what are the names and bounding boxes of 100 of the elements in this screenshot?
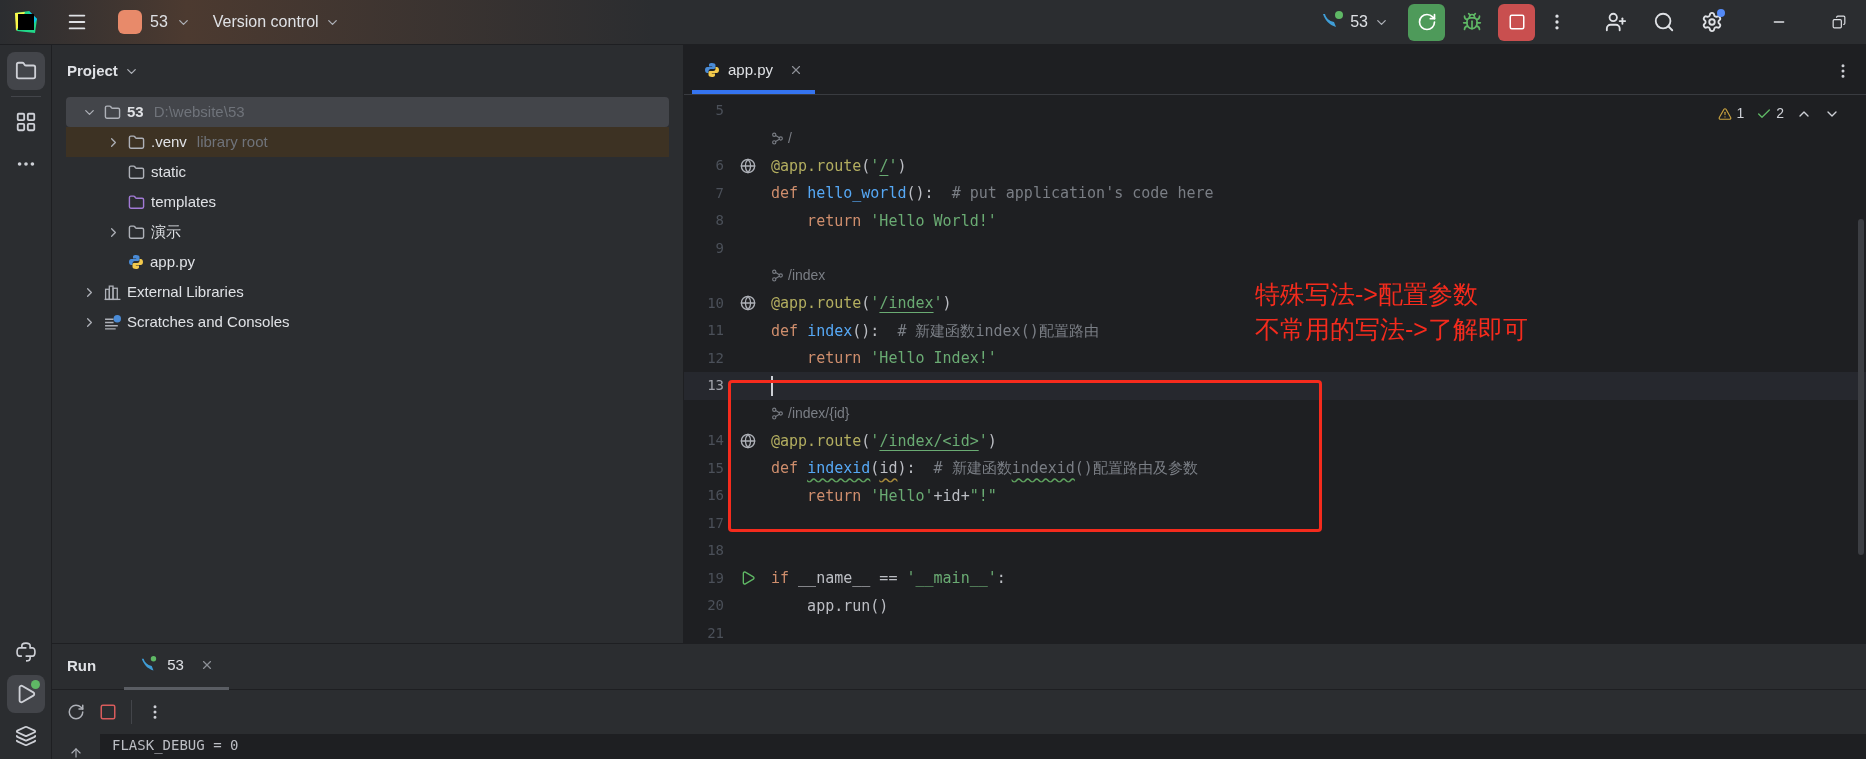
- tree-item[interactable]: External Libraries: [66, 277, 669, 307]
- code-token: @app.route: [771, 155, 862, 177]
- code-token: ): [897, 155, 907, 177]
- code-token: (: [870, 458, 880, 479]
- code-token: /index/<id>: [879, 430, 979, 452]
- code-token: @app.route: [771, 430, 862, 452]
- item-label: .venv: [151, 131, 187, 152]
- stop-button[interactable]: [1498, 3, 1535, 41]
- endpoint-icon[interactable]: [771, 269, 784, 283]
- warnings-counter[interactable]: 1: [1718, 103, 1745, 124]
- route-hint[interactable]: /index/{id}: [788, 402, 850, 424]
- endpoint-icon[interactable]: [771, 131, 784, 145]
- code-token: def: [771, 458, 800, 479]
- code-token: ': [978, 430, 988, 452]
- globe-icon[interactable]: [739, 157, 756, 174]
- warning-icon: [1718, 106, 1733, 121]
- app-logo[interactable]: [15, 11, 37, 33]
- code-token: # put application's code here: [951, 183, 1214, 204]
- rerun-icon[interactable]: [67, 703, 85, 721]
- code-token: (: [861, 155, 871, 177]
- code-token: hello_world: [807, 183, 907, 204]
- code-token: "!": [969, 485, 997, 507]
- folder-icon: [104, 103, 121, 121]
- stop-icon: [1507, 13, 1526, 31]
- code-token: return: [806, 210, 863, 232]
- python-file-icon: [704, 62, 720, 78]
- search-icon[interactable]: [1653, 11, 1675, 33]
- python-file-icon: [128, 254, 144, 270]
- scroll-up-icon[interactable]: [69, 746, 83, 759]
- code-token: :: [996, 568, 1006, 589]
- code-token: ): [987, 430, 997, 452]
- item-detail: library root: [196, 131, 268, 152]
- folder-icon: [128, 163, 145, 181]
- tree-item[interactable]: app.py: [66, 247, 669, 277]
- code-token: indexid: [1011, 458, 1075, 479]
- globe-icon[interactable]: [739, 295, 756, 312]
- code-token: ': [933, 293, 943, 314]
- code-token: __name__ ==: [798, 568, 899, 589]
- tree-item[interactable]: templates: [66, 187, 669, 217]
- project-switcher[interactable]: 53: [114, 6, 195, 38]
- code-token: ():: [906, 183, 935, 204]
- code-token: ': [870, 430, 880, 452]
- code-token: ': [870, 293, 880, 314]
- code-token: def: [771, 183, 800, 204]
- tree-item[interactable]: Scratches and Consoles: [66, 307, 669, 337]
- run-panel-title: Run: [67, 656, 97, 677]
- code-token: return: [806, 348, 863, 369]
- route-hint[interactable]: /: [788, 127, 792, 149]
- item-label: static: [151, 161, 186, 182]
- folder-icon[interactable]: [6, 52, 45, 90]
- code-token: index: [807, 320, 853, 342]
- item-label: 演示: [151, 221, 181, 242]
- code-token: '__main__': [906, 568, 997, 589]
- editor-tab[interactable]: app.py: [692, 50, 816, 94]
- run-configuration[interactable]: 53: [1316, 6, 1393, 38]
- add-user-icon[interactable]: [1605, 11, 1627, 33]
- run-tab[interactable]: 53: [124, 643, 229, 690]
- code-token: ': [870, 155, 880, 177]
- annotation-text: 特殊写法->配置参数: [1255, 279, 1479, 310]
- code-token: # 新建函数index()配置路由: [897, 320, 1099, 342]
- text-cursor: [771, 375, 773, 396]
- folder-icon: [128, 193, 145, 211]
- tree-item[interactable]: static: [66, 157, 669, 187]
- code-token: return: [806, 485, 863, 507]
- restore-icon[interactable]: [1832, 15, 1846, 29]
- code-token: ': [888, 155, 898, 177]
- folder-icon: [128, 223, 145, 241]
- code-token: app.run(): [806, 595, 889, 617]
- settings-icon[interactable]: [1701, 11, 1723, 33]
- globe-icon[interactable]: [739, 432, 756, 449]
- rerun-icon: [1416, 12, 1437, 32]
- line-number: 13: [706, 376, 724, 396]
- code-token: ()配置路由及参数: [1074, 458, 1198, 479]
- run-icon[interactable]: [6, 675, 45, 713]
- item-label: 53: [127, 101, 144, 122]
- code-token: /index: [879, 293, 934, 314]
- code-token: # 新建函数: [933, 458, 1012, 479]
- code-token: if: [771, 568, 791, 589]
- code-token: 'Hello Index!': [870, 348, 997, 369]
- code-token: id: [879, 458, 898, 479]
- stop-icon[interactable]: [99, 703, 117, 721]
- route-hint[interactable]: /index: [788, 265, 826, 287]
- library-icon: [104, 283, 121, 301]
- annotation-text: 不常用的写法->了解即可: [1255, 314, 1528, 345]
- code-token: 'Hello': [870, 485, 934, 507]
- project-view-selector[interactable]: Project: [52, 45, 683, 97]
- folder-icon: [128, 133, 145, 151]
- code-token: (: [861, 430, 871, 452]
- tree-item[interactable]: 演示: [66, 217, 669, 247]
- code-token: ): [942, 293, 952, 314]
- endpoint-icon[interactable]: [771, 406, 784, 420]
- scrollbar[interactable]: [1858, 219, 1864, 555]
- code-token: /: [879, 155, 889, 177]
- code-token: indexid: [807, 458, 871, 479]
- tree-item[interactable]: .venv library root: [66, 127, 669, 157]
- checks-counter[interactable]: 2: [1756, 103, 1784, 124]
- code-token: (: [861, 293, 871, 314]
- rerun-button[interactable]: [1408, 3, 1445, 41]
- code-token: @app.route: [771, 293, 862, 314]
- vcs-menu[interactable]: Version control: [208, 6, 344, 38]
